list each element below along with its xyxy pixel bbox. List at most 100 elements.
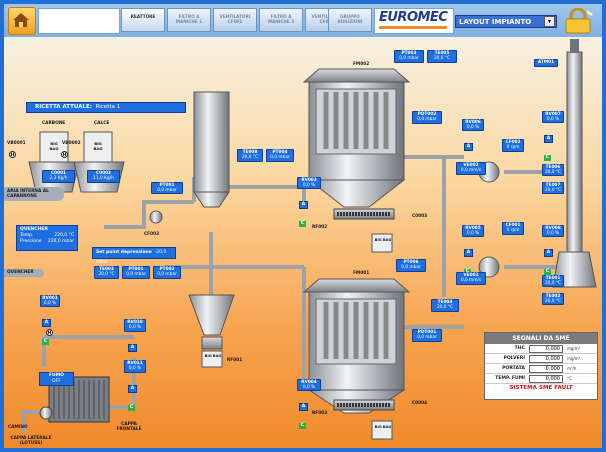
tab-filtro-maniche-1[interactable]: FILTRO A MANICHE 1	[167, 8, 211, 32]
hmi-window: REATTORE FILTRO A MANICHE 1 VENTILATORI …	[0, 0, 606, 452]
pdt001-readout[interactable]: PDT001 0,0 mbar	[412, 329, 442, 342]
hand-icon[interactable]: H	[46, 329, 53, 336]
rv004-mode[interactable]: AC	[299, 392, 315, 429]
sme-signals-panel: SEGNALI DA SME THC 0,000 mg/m³ POLVERI 0,00…	[484, 332, 598, 400]
rv001-value: 0,0 %	[43, 301, 57, 306]
rv004-value: 0,0 %	[302, 385, 316, 390]
c0004-label: C0004	[412, 401, 428, 406]
sme-fault-status: SISTEMA SME FAULT	[509, 385, 573, 391]
fm001-label: FM001	[353, 271, 370, 276]
rv007-readout[interactable]: RV007 0,0 %	[542, 111, 564, 123]
setpoint-field[interactable]: Set point depressione -20,0 mbar	[92, 247, 176, 265]
rv010-readout[interactable]: RV010 0,0 %	[124, 319, 146, 332]
te008-value: 20,0 °C	[241, 155, 259, 160]
tab-reattore[interactable]: REATTORE	[121, 8, 165, 32]
rv006-readout[interactable]: RV006 0,0 %	[462, 119, 484, 131]
tab-filtro-maniche-2[interactable]: FILTRO A MANICHE 2	[259, 8, 303, 32]
layout-select[interactable]: LAYOUT IMPIANTO	[455, 15, 557, 28]
pt002-readout[interactable]: PT002 0,0 mbar	[153, 266, 181, 279]
process-canvas: RICETTA ATTUALE: Ricetta 1 CARBONE CALCE…	[4, 37, 602, 448]
dosatore-c0002[interactable]: C0002 11,0 Kg/h	[87, 170, 120, 183]
te002-readout[interactable]: TE002 20,0 °C	[542, 293, 564, 305]
layout-select-value: LAYOUT IMPIANTO	[459, 18, 532, 26]
pt001-top[interactable]: PT001 0,0 mbar	[151, 182, 183, 194]
quencher-panel[interactable]: QUENCHER Temp. 220,0 °C Pressione 220,0 …	[16, 225, 78, 251]
pt003-value: 0,0 mbar	[399, 56, 419, 61]
rv010-mode[interactable]: AC	[128, 333, 144, 370]
rv011-value: 0,0 %	[128, 366, 142, 371]
rv003-value: 0,0 %	[302, 183, 316, 188]
chevron-down-icon[interactable]: ▾	[544, 16, 555, 27]
rv008-readout[interactable]: RV008 0,0 %	[542, 225, 564, 237]
te006-readout[interactable]: TE006 20,0 °C	[542, 164, 564, 176]
pressure-label: Pressione	[20, 239, 42, 244]
ve002-readout[interactable]: VE002 0,0 mm/s	[456, 162, 486, 175]
rv005-readout[interactable]: RV005 0,0 %	[462, 225, 484, 237]
bag-label: BIG BAG	[204, 354, 222, 358]
atm01-tag: ATM01	[537, 60, 555, 65]
cf001-readout[interactable]: CF001 0 rpm	[502, 222, 524, 235]
pdt002-readout[interactable]: PDT002 0,0 mbar	[412, 111, 442, 124]
lock-button[interactable]	[561, 7, 595, 38]
te007-readout[interactable]: TE007 20,0 °C	[542, 182, 564, 194]
te001-readout[interactable]: TE001 20,0 °C	[542, 275, 564, 287]
ve002-value: 0,0 mm/s	[460, 168, 482, 173]
rv011-mode[interactable]: AC	[128, 374, 144, 411]
home-button[interactable]	[8, 7, 36, 35]
bag-label: BIG BAG	[374, 238, 392, 242]
pt004-readout[interactable]: PT004 0,0 mbar	[266, 149, 294, 162]
hand-icon[interactable]: H	[9, 151, 16, 158]
quencher-pill: QUENCHER	[4, 269, 44, 277]
rv007-mode[interactable]: AC	[544, 124, 560, 161]
tab-gruppo-riduzioni[interactable]: GRUPPO RIDUZIONI	[328, 8, 372, 32]
rv004-readout[interactable]: RV004 0,0 %	[297, 379, 321, 391]
rv003-readout[interactable]: RV003 0,0 %	[297, 177, 321, 189]
rv001-mode[interactable]: AC	[42, 308, 58, 345]
camino-label: CAMINO	[8, 425, 28, 430]
pt003-readout[interactable]: PT003 0,0 mbar	[394, 50, 424, 63]
ve001-value: 0,0 mm/s	[460, 278, 482, 283]
pt006-readout[interactable]: PT006 0,0 mbar	[396, 259, 426, 272]
atm01-readout[interactable]: ATM01	[534, 59, 558, 67]
tab-ventilatori-cf001[interactable]: VENTILATORI CF001	[213, 8, 257, 32]
cf002-readout[interactable]: CF002 0 rpm	[502, 139, 524, 152]
pdt001-value: 0,0 mbar	[417, 335, 437, 340]
sme-row-value: 0,000	[529, 344, 563, 353]
sme-title: SEGNALI DA SME	[485, 333, 597, 344]
pt002-value: 0,0 mbar	[157, 272, 177, 277]
recipe-label: RICETTA ATTUALE:	[35, 104, 92, 110]
rv003-mode[interactable]: AC	[299, 190, 315, 227]
fm002-label: FM002	[353, 62, 370, 67]
ve001-readout[interactable]: VE001 0,0 mm/s	[456, 272, 486, 285]
sme-row-unit: °C	[565, 373, 597, 384]
te001-value: 20,0 °C	[544, 281, 562, 286]
lock-icon	[565, 7, 593, 34]
fumo-panel[interactable]: FUMO OFF	[39, 372, 74, 386]
calce-bag: BIG BAG	[93, 141, 103, 151]
pt004-value: 0,0 mbar	[270, 155, 290, 160]
recipe-bar[interactable]: RICETTA ATTUALE: Ricetta 1	[26, 102, 186, 113]
brand-logo: EUROMEC	[374, 8, 454, 34]
sme-row-unit: m³/h	[565, 363, 597, 374]
te002-value: 20,0 °C	[544, 299, 562, 304]
rv005-mode[interactable]: AC	[464, 238, 480, 275]
te008-readout[interactable]: TE008 20,0 °C	[237, 149, 263, 162]
top-toolbar: REATTORE FILTRO A MANICHE 1 VENTILATORI …	[4, 4, 602, 37]
pt001-mid[interactable]: PT001 0,0 mbar	[122, 266, 150, 279]
rv008-mode[interactable]: AC	[544, 238, 560, 275]
filter-fm001	[302, 278, 411, 414]
rv011-readout[interactable]: RV011 0,0 %	[124, 360, 146, 373]
c0003-label: C0003	[412, 214, 428, 219]
sme-row-name: THC	[485, 344, 527, 354]
te003-readout[interactable]: TE003 20,0 °C	[94, 266, 119, 279]
rv001-readout[interactable]: RV001 0,0 %	[40, 295, 60, 307]
te005-readout[interactable]: TE005 20,0 °C	[427, 50, 457, 63]
te006-value: 20,0 °C	[544, 170, 562, 175]
rv006-mode[interactable]: AC	[464, 132, 480, 169]
dosatore-c0001[interactable]: C0001 2,3 Kg/h	[42, 170, 75, 183]
sme-table: THC 0,000 mg/m³ POLVERI 0,000 mg/m³ PORTATA 0…	[485, 344, 597, 384]
table-row: PORTATA 0,000 m³/h	[485, 363, 597, 374]
te004-readout[interactable]: TE004 20,0 °C	[431, 299, 459, 312]
hand-icon[interactable]: H	[61, 151, 68, 158]
rf002-label: RF002	[312, 225, 328, 230]
